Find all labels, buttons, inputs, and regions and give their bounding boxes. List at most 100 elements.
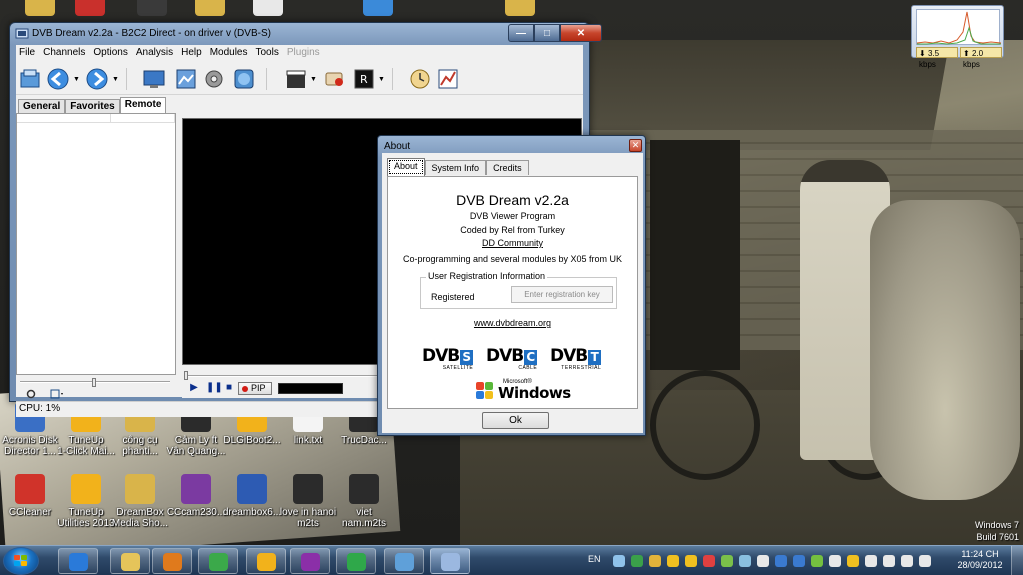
clock-icon[interactable] [408,67,432,91]
channel-list-header [17,114,175,123]
tab-favorites[interactable]: Favorites [65,99,120,114]
menu-help[interactable]: Help [178,45,207,62]
taskbar-button-window[interactable] [384,548,424,574]
clock[interactable]: 11:24 CH 28/09/2012 [955,549,1005,571]
tray-icon[interactable] [649,555,661,567]
about-tab-credits[interactable]: Credits [486,160,529,175]
about-tab-system-info[interactable]: System Info [424,160,487,175]
tray-icon[interactable] [703,555,715,567]
start-button[interactable] [3,547,39,575]
tray-icon[interactable] [685,555,697,567]
tray-icon[interactable] [919,555,931,567]
desktop-icon[interactable]: viet nam.m2ts [334,474,394,529]
tray-icon[interactable] [811,555,823,567]
show-desktop-button[interactable] [1011,546,1023,575]
list-view-icon[interactable] [50,389,64,399]
network-graph [916,9,1001,45]
seek-slider-thumb[interactable] [184,371,188,380]
tray-icon[interactable] [793,555,805,567]
screenshot-icon[interactable] [174,67,198,91]
taskbar-button-dvb-dream[interactable] [430,548,470,574]
clapper-icon[interactable] [284,67,308,91]
tray-icon[interactable] [901,555,913,567]
open-icon[interactable] [18,67,42,91]
monitor-icon[interactable] [142,67,166,91]
close-button[interactable]: ✕ [560,24,602,42]
desktop-icon-top[interactable] [348,0,408,19]
clapper-dropdown-arrow[interactable]: ▼ [310,76,317,83]
desktop-icon[interactable]: love in hanoi m2ts [278,474,338,529]
taskbar-button-chrome[interactable] [198,548,238,574]
play-button[interactable]: ▶ [188,382,200,394]
registration-key-button[interactable]: Enter registration key [511,286,613,303]
taskbar-button-ie[interactable] [58,548,98,574]
desktop-icon[interactable]: dreambox6... [222,474,282,518]
desktop-icon-top[interactable] [180,0,240,19]
taskbar-button-tuneup[interactable] [246,548,286,574]
back-dropdown-arrow[interactable]: ▼ [73,76,80,83]
tray-icon[interactable] [631,555,643,567]
tray-icon[interactable] [721,555,733,567]
ok-button[interactable]: Ok [482,412,549,429]
tray-icon[interactable] [613,555,625,567]
community-link[interactable]: DD Community [482,238,543,248]
taskbar-button-explorer[interactable] [110,548,150,574]
tray-icon[interactable] [739,555,751,567]
desktop-icon-label: CCcam230... [166,507,226,518]
tab-general[interactable]: General [18,99,66,114]
taskbar-button-yahoo[interactable] [290,548,330,574]
settings-icon[interactable] [202,67,226,91]
network-meter-gadget[interactable]: ⬇ 3.5 kbps ⬆ 2.0 kbps [911,5,1004,69]
menu-file[interactable]: File [16,45,40,62]
epg-dropdown-arrow[interactable]: ▼ [378,76,385,83]
tray-icon[interactable] [667,555,679,567]
refresh-icon[interactable] [26,389,36,399]
tray-icon[interactable] [883,555,895,567]
desktop-icon[interactable]: DreamBox Media Sho... [110,474,170,529]
desktop-icon-top[interactable] [60,0,120,19]
tab-remote[interactable]: Remote [119,97,167,114]
desktop-icon-top[interactable] [490,0,550,19]
website-link[interactable]: www.dvbdream.org [474,318,551,328]
epg-icon[interactable]: R [352,67,376,91]
desktop-app-icon [125,474,155,504]
toolbar-separator [266,68,267,90]
desktop-icon-top[interactable] [238,0,298,19]
back-icon[interactable] [46,67,70,91]
maximize-button[interactable]: □ [534,24,560,42]
dvb-titlebar[interactable]: DVB Dream v2.2a - B2C2 Direct - on drive… [10,23,602,45]
pause-button[interactable]: ❚❚ [206,382,223,394]
desktop-icon[interactable]: CCleaner [0,474,60,518]
menu-tools[interactable]: Tools [253,45,284,62]
stop-button[interactable]: ■ [223,382,235,394]
tray-icon[interactable] [847,555,859,567]
globe-icon[interactable] [232,67,256,91]
dvb-toolbar: ▼ ▼ ▼ R ▼ [16,63,583,95]
taskbar-button-media-player[interactable] [152,548,192,574]
menu-channels[interactable]: Channels [40,45,90,62]
forward-icon[interactable] [85,67,109,91]
tray-icon[interactable] [829,555,841,567]
forward-dropdown-arrow[interactable]: ▼ [112,76,119,83]
language-indicator[interactable]: EN [588,554,601,564]
chart-icon[interactable] [436,67,460,91]
about-close-button[interactable]: ✕ [629,139,642,152]
tray-icon[interactable] [757,555,769,567]
desktop-icon[interactable]: TuneUp Utilities 2013 [56,474,116,529]
menu-modules[interactable]: Modules [207,45,253,62]
about-tab-about[interactable]: About [387,158,425,176]
desktop-icon[interactable]: CCcam230... [166,474,226,518]
desktop-app-icon [137,0,167,16]
tray-icon[interactable] [865,555,877,567]
minimize-button[interactable]: — [508,24,534,42]
channel-list[interactable] [16,113,176,375]
tray-icon[interactable] [775,555,787,567]
taskbar-button-network[interactable] [336,548,376,574]
menu-options[interactable]: Options [90,45,132,62]
pip-button[interactable]: PIP [238,382,272,395]
channel-slider-thumb[interactable] [92,378,96,387]
windows-wordmark: Windows [498,384,571,402]
menu-analysis[interactable]: Analysis [133,45,178,62]
desktop-icon-top[interactable] [122,0,182,19]
record-icon[interactable] [322,67,346,91]
